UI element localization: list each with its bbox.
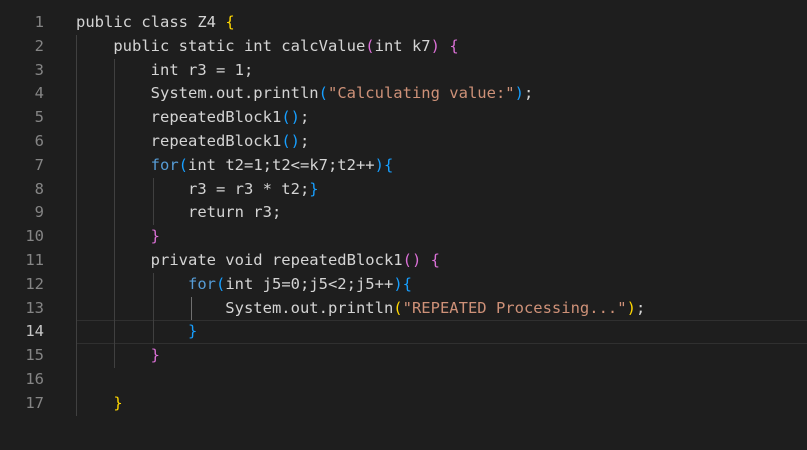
code-token: r3 = r3 * t2; (76, 179, 310, 198)
code-line[interactable]: int r3 = 1; (76, 59, 807, 83)
code-token: for (150, 155, 179, 174)
line-number: 15 (25, 346, 44, 365)
code-token: () (281, 131, 300, 150)
code-line[interactable]: return r3; (76, 201, 807, 225)
code-line[interactable]: private void repeatedBlock1() { (76, 249, 807, 273)
code-line[interactable]: } (76, 320, 807, 344)
line-number-gutter: 1 2 3 4 5 6 7 8 9 10 11 12 13 14 15 16 17 (0, 11, 46, 416)
line-number: 2 (34, 36, 44, 55)
code-token: ) (430, 36, 440, 55)
code-token: ( (365, 36, 375, 55)
code-token: () (281, 108, 300, 127)
code-token: } (150, 346, 160, 365)
code-line[interactable]: } (76, 344, 807, 368)
code-line[interactable] (76, 368, 807, 392)
code-token: int t2=1;t2<=k7;t2++ (188, 155, 375, 174)
code-token: ( (178, 155, 188, 174)
code-token: int r3 = 1; (76, 60, 254, 79)
code-token: { (402, 274, 412, 293)
code-token: } (309, 179, 319, 198)
code-token: { (225, 13, 235, 31)
code-editor[interactable]: 1 2 3 4 5 6 7 8 9 10 11 12 13 14 15 16 17 public class Z… (0, 0, 807, 450)
line-number: 17 (25, 393, 44, 412)
code-token: } (150, 227, 160, 246)
code-token: public static int calcValue (76, 36, 366, 55)
line-number: 11 (25, 250, 44, 269)
line-number: 7 (34, 155, 44, 174)
code-token: private void repeatedBlock1 (76, 250, 403, 269)
indent-guide (152, 177, 154, 226)
line-number: 16 (25, 369, 44, 388)
code-token: "REPEATED Processing..." (402, 298, 627, 317)
code-token: public class Z4 (76, 13, 226, 31)
code-token: } (187, 322, 198, 341)
code-token: { (430, 250, 440, 269)
indent-guide (76, 34, 77, 416)
code-line[interactable]: r3 = r3 * t2;} (76, 178, 807, 202)
code-token: repeatedBlock1 (76, 108, 282, 127)
line-number: 4 (34, 84, 44, 103)
code-token: System.out.println (76, 298, 394, 317)
code-token: ) (374, 155, 384, 174)
code-line[interactable]: for(int t2=1;t2<=k7;t2++){ (76, 154, 807, 178)
code-line[interactable]: } (76, 392, 807, 416)
code-token: ; (635, 298, 646, 317)
indent-guide (152, 272, 154, 345)
code-line[interactable]: repeatedBlock1(); (76, 106, 807, 130)
code-token: int j5=0;j5<2;j5++ (225, 274, 394, 293)
code-line[interactable]: System.out.println("REPEATED Processing.… (76, 297, 807, 321)
code-token: int k7 (374, 36, 431, 55)
code-token: for (187, 274, 216, 293)
line-number: 5 (34, 108, 44, 127)
line-number: 10 (25, 227, 44, 246)
code-token: ; (523, 84, 534, 103)
indent-guide (191, 296, 193, 321)
code-token: "Calculating value:" (327, 84, 515, 103)
line-number: 13 (25, 298, 44, 317)
line-number: 12 (25, 274, 44, 293)
code-token: ) (514, 84, 524, 103)
code-token: ) (626, 298, 636, 317)
code-line[interactable]: for(int j5=0;j5<2;j5++){ (76, 273, 807, 297)
code-token: repeatedBlock1 (76, 131, 282, 150)
indent-guide (114, 58, 116, 368)
code-line[interactable]: System.out.println("Calculating value:")… (76, 82, 807, 106)
code-token: ( (318, 84, 328, 103)
code-line[interactable]: public class Z4 { (76, 11, 807, 35)
code-line[interactable]: repeatedBlock1(); (76, 130, 807, 154)
code-token: ; (299, 108, 310, 127)
code-token: () (402, 250, 422, 269)
code-token: ; (299, 131, 310, 150)
line-number: 3 (34, 60, 44, 79)
code-token: ( (393, 298, 403, 317)
line-number: 14 (25, 322, 44, 341)
code-token: } (113, 393, 123, 412)
code-area[interactable]: public class Z4 { public static int calc… (76, 11, 807, 416)
code-line[interactable]: public static int calcValue(int k7) { (76, 35, 807, 59)
code-token: System.out.println (76, 84, 319, 103)
line-number: 8 (34, 179, 44, 198)
code-token: return r3; (76, 203, 282, 222)
code-line[interactable]: } (76, 225, 807, 249)
code-token: { (383, 155, 394, 174)
line-number: 6 (34, 131, 44, 150)
line-number: 9 (34, 203, 44, 222)
code-token: ) (393, 274, 403, 293)
code-token: ( (215, 274, 226, 293)
code-token: { (449, 36, 459, 55)
line-number: 1 (34, 13, 44, 31)
